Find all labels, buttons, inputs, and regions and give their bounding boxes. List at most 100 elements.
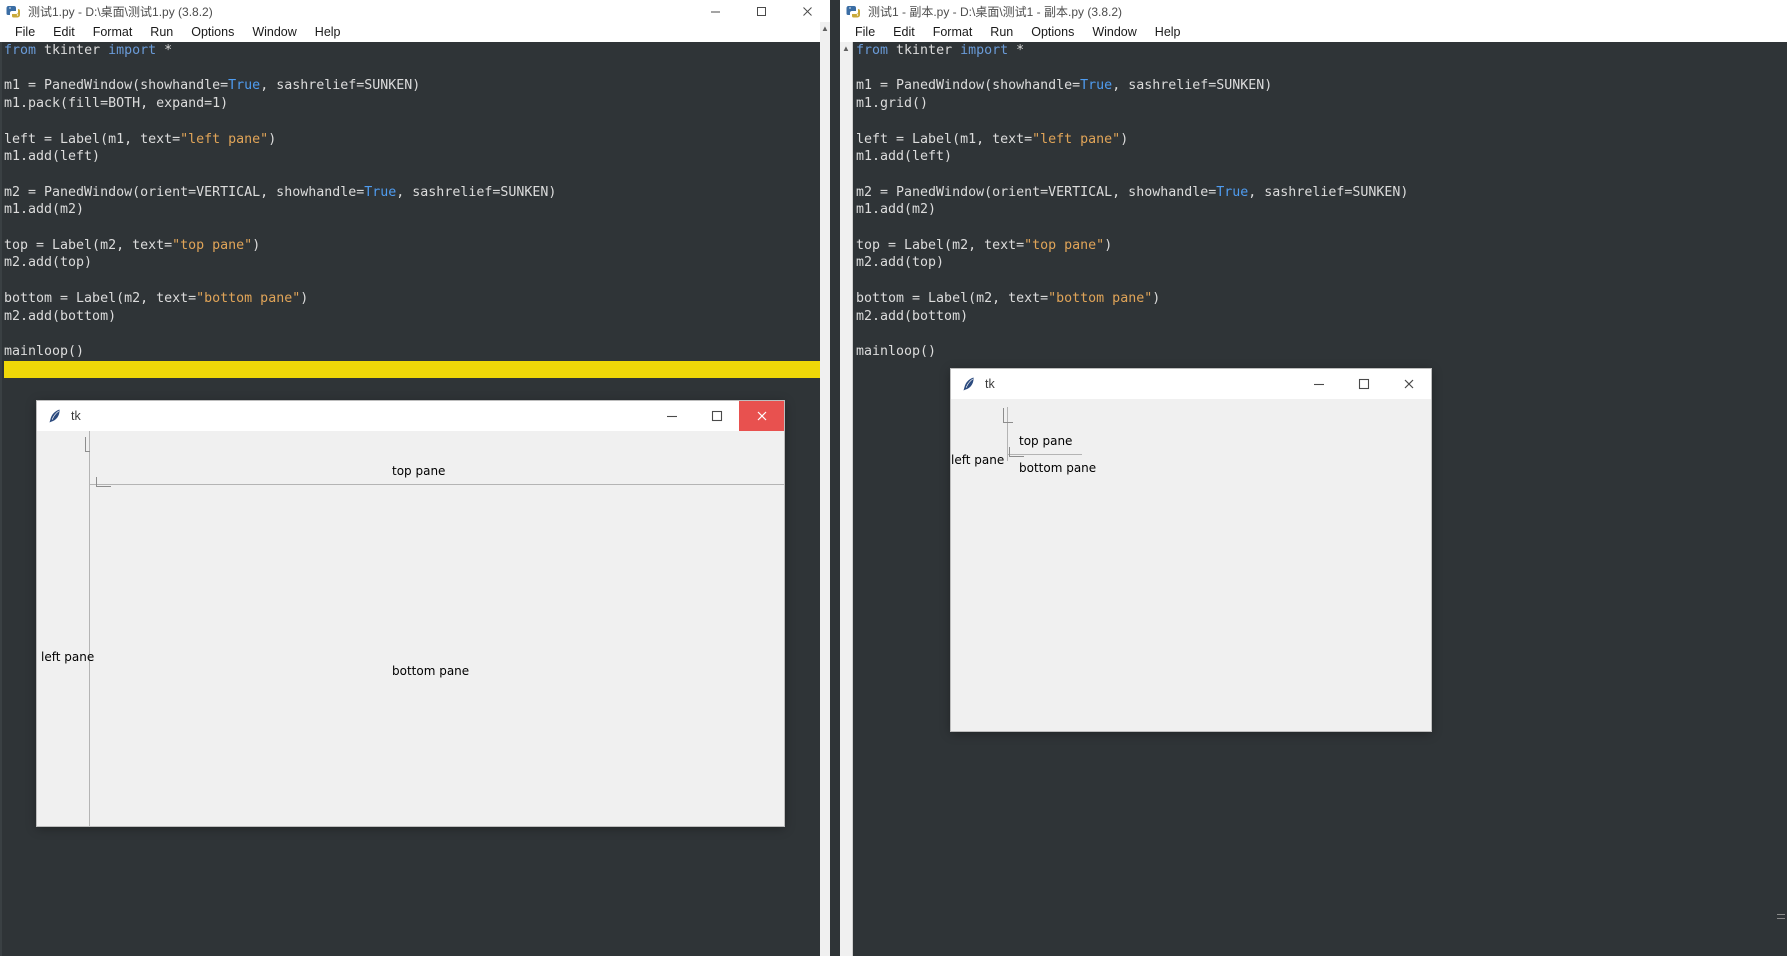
code-token: m2 = PanedWindow(orient=VERTICAL, showha… [856,184,1217,200]
code-token: "bottom pane" [1048,290,1153,306]
left-editor-scrollbar[interactable]: ▲ [820,22,830,956]
right-titlebar[interactable]: 测试1 - 副本.py - D:\桌面\测试1 - 副本.py (3.8.2) [840,0,1787,22]
minimize-button[interactable] [692,0,738,22]
bottom-pane-label: bottom pane [392,664,470,678]
code-token: ) [1152,290,1161,306]
code-token: m1 = PanedWindow(showhandle= [856,78,1081,94]
vertical-sash-handle[interactable] [96,477,111,487]
vertical-sash[interactable] [90,484,784,485]
scroll-up-arrow-icon[interactable]: ▲ [820,22,830,34]
tk-left-title: tk [71,409,81,423]
code-line: m2.add(bottom) [856,308,1787,326]
menu-format[interactable]: Format [84,22,142,42]
code-line: mainloop() [856,343,1787,361]
bottom-pane-label: bottom pane [1019,461,1097,475]
menu-edit[interactable]: Edit [44,22,84,42]
code-line: m1 = PanedWindow(showhandle=True, sashre… [4,77,830,95]
tk-right-window-controls [1296,369,1431,399]
menu-help[interactable]: Help [1146,22,1190,42]
code-token: m1.pack(fill=BOTH, expand=1) [4,96,229,112]
menu-options[interactable]: Options [1022,22,1083,42]
menu-help[interactable]: Help [306,22,350,42]
menu-options[interactable]: Options [182,22,243,42]
desktop-scroll-sliver[interactable] [1775,904,1787,956]
code-token: * [156,43,173,58]
code-line: top = Label(m2, text="top pane") [856,237,1787,255]
code-token: ) [300,290,309,306]
tk-left-titlebar[interactable]: tk [37,401,784,432]
right-window-title: 测试1 - 副本.py - D:\桌面\测试1 - 副本.py (3.8.2) [868,4,1123,19]
python-idle-icon [6,3,22,19]
top-pane-label: top pane [1019,434,1073,448]
nested-paned-window [90,431,784,826]
menu-run[interactable]: Run [141,22,182,42]
code-token: , sashrelief=SUNKEN) [1112,78,1273,94]
right-editor-scrollbar[interactable]: ▲ [840,42,853,956]
code-token: m1.grid() [856,96,929,112]
close-button[interactable] [784,0,830,22]
tk-window-right: tk left pane top pane bottom pane [951,369,1431,731]
minimize-button[interactable] [1296,369,1341,399]
code-token: bottom = Label(m2, text= [4,290,197,306]
code-token: "left pane" [180,131,269,147]
maximize-button[interactable] [694,401,739,431]
code-line: left = Label(m1, text="left pane") [856,131,1787,149]
menu-format[interactable]: Format [924,22,982,42]
horizontal-sash-handle[interactable] [1003,408,1013,423]
code-token: True [228,78,261,94]
code-token: , sashrelief=SUNKEN) [260,78,421,94]
code-line: top = Label(m2, text="top pane") [4,237,830,255]
menu-window[interactable]: Window [1083,22,1145,42]
code-token: m1.add(left) [4,149,101,165]
code-line: bottom = Label(m2, text="bottom pane") [4,290,830,308]
menu-file[interactable]: File [6,22,44,42]
code-line: m2.add(top) [856,254,1787,272]
code-token: mainloop() [4,343,85,359]
maximize-button[interactable] [1341,369,1386,399]
code-token: tkinter [888,43,961,58]
tk-right-title: tk [985,377,995,391]
menu-file[interactable]: File [846,22,884,42]
tk-right-titlebar[interactable]: tk [951,369,1431,400]
left-pane-label: left pane [951,453,1005,467]
close-button[interactable] [739,401,784,431]
close-button[interactable] [1386,369,1431,399]
code-token: ) [268,131,277,147]
left-titlebar[interactable]: 测试1.py - D:\桌面\测试1.py (3.8.2) [0,0,830,22]
right-source-code[interactable]: from tkinter import * m1 = PanedWindow(s… [840,42,1787,361]
menu-edit[interactable]: Edit [884,22,924,42]
code-token: m2.add(top) [4,255,93,271]
code-line: m1.add(m2) [4,201,830,219]
code-token: * [1008,43,1025,58]
code-token: , sashrelief=SUNKEN) [1248,184,1409,200]
left-source-code[interactable]: from tkinter import * m1 = PanedWindow(s… [0,42,830,379]
maximize-button[interactable] [738,0,784,22]
code-line: m1.grid() [856,95,1787,113]
scroll-up-arrow-icon[interactable]: ▲ [840,42,852,54]
code-token: from [4,43,37,58]
code-line: m1.add(m2) [856,201,1787,219]
vertical-sash-handle[interactable] [1009,447,1024,457]
tk-right-body: left pane top pane bottom pane [951,399,1431,731]
minimize-button[interactable] [649,401,694,431]
code-token: left = Label(m1, text= [856,131,1033,147]
code-token: "top pane" [172,237,253,253]
code-token: import [960,43,1009,58]
code-token: m1.add(left) [856,149,953,165]
left-menubar: File Edit Format Run Options Window Help [0,22,830,42]
menu-window[interactable]: Window [243,22,305,42]
code-token: "bottom pane" [196,290,301,306]
code-token: "left pane" [1032,131,1121,147]
menu-run[interactable]: Run [981,22,1022,42]
code-line: from tkinter import * [4,42,830,60]
code-token: bottom = Label(m2, text= [856,290,1049,306]
code-token: m2.add(bottom) [856,308,969,324]
